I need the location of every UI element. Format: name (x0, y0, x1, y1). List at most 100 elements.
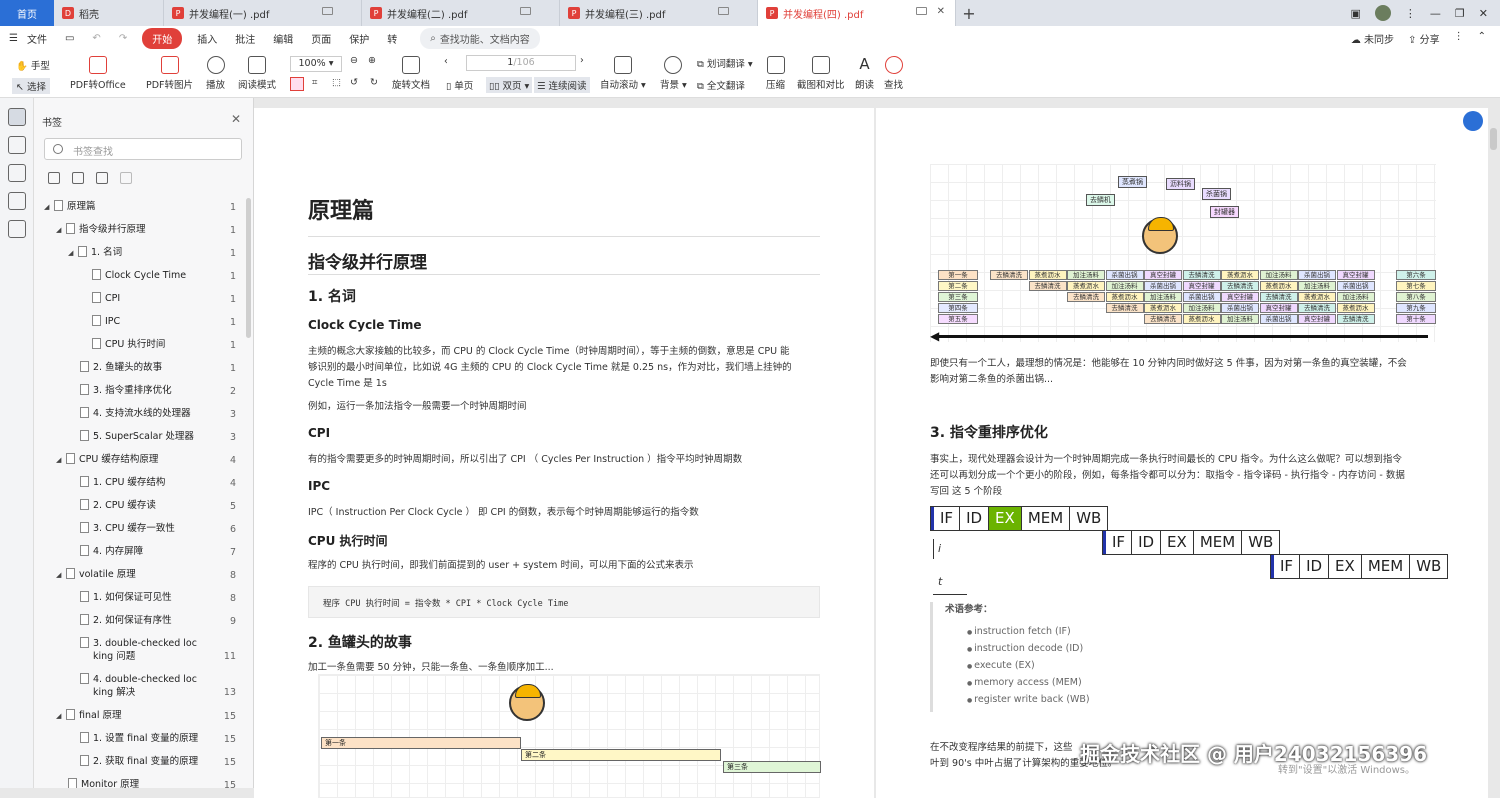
compress-button[interactable]: 压缩 (766, 56, 785, 91)
auto-scroll-button[interactable]: 自动滚动 ▾ (600, 56, 646, 91)
bookmark-item[interactable]: 4. 内存屏障 (80, 545, 143, 558)
bookmark-item[interactable]: 1. 设置 final 变量的原理 (80, 732, 198, 745)
bookmark-item[interactable]: 3. 指令重排序优化 (80, 384, 172, 397)
close-tab-icon[interactable]: ✕ (937, 6, 945, 17)
bookmark-item[interactable]: Monitor 原理 (68, 778, 139, 788)
fit-page-icon[interactable] (290, 77, 304, 91)
more-icon[interactable]: ⋮ (1405, 7, 1416, 20)
bookmark-item[interactable]: ◢1. 名词 (68, 246, 122, 260)
bookmark-item[interactable]: Clock Cycle Time (92, 269, 186, 282)
bookmark-item[interactable]: 2. CPU 缓存读 (80, 499, 156, 512)
menu-icon[interactable]: ☰ (0, 33, 27, 44)
bookmark-item[interactable]: ◢原理篇 (44, 200, 96, 214)
menu-insert[interactable]: 插入 (188, 31, 226, 46)
attachment-icon[interactable] (8, 192, 26, 210)
zoom-in-icon[interactable]: ⊕ (368, 55, 376, 66)
crop-icon[interactable]: ⌗ (312, 77, 317, 88)
bookmark-item[interactable]: ◢final 原理 (56, 709, 122, 723)
bookmark-item[interactable]: 3. double-checked locking 问题 (80, 637, 197, 663)
select-tool[interactable]: ↖ 选择 (12, 78, 50, 94)
collapse-ribbon-icon[interactable]: ⌃ (1478, 31, 1486, 46)
bookmark-item[interactable]: 3. CPU 缓存一致性 (80, 522, 175, 535)
expand-triangle-icon[interactable]: ◢ (56, 569, 66, 582)
bookmark-item[interactable]: 1. 如何保证可见性 (80, 591, 172, 604)
rotate-right-icon[interactable]: ↻ (370, 77, 378, 88)
document-scrollbar[interactable] (1490, 128, 1497, 150)
expand-triangle-icon[interactable]: ◢ (56, 454, 66, 467)
expand-triangle-icon[interactable]: ◢ (56, 710, 66, 723)
hand-tool[interactable]: ✋ 手型 (16, 58, 50, 72)
bookmark-item[interactable]: 2. 获取 final 变量的原理 (80, 755, 198, 768)
tab-pdf-3[interactable]: P并发编程(三) .pdf (560, 0, 758, 26)
background-button[interactable]: 背景 ▾ (660, 56, 687, 91)
bookmark-search-input[interactable]: 书签查找 (44, 138, 242, 160)
menu-file[interactable]: 文件 (27, 31, 56, 46)
menu-comment[interactable]: 批注 (226, 31, 264, 46)
redo-icon[interactable]: ↷ (110, 33, 136, 44)
page-input[interactable]: 1/106 (466, 55, 576, 71)
bookmark-item[interactable]: 5. SuperScalar 处理器 (80, 430, 194, 443)
bookmark-scrollbar[interactable] (246, 198, 251, 338)
add-bookmark-icon[interactable] (96, 172, 108, 184)
bookmark-item[interactable]: 4. double-checked locking 解决 (80, 673, 197, 699)
tab-daoke[interactable]: D稻壳 (54, 0, 164, 26)
more-menu-icon[interactable]: ⋮ (1454, 31, 1464, 46)
close-window-icon[interactable]: ✕ (1479, 7, 1488, 20)
tab-count-icon[interactable]: ▣ (1351, 7, 1361, 20)
pdf-to-image-button[interactable]: PDF转图片 (146, 56, 193, 91)
rotate-left-icon[interactable]: ↺ (350, 77, 358, 88)
sync-status[interactable]: ☁ 未同步 (1351, 31, 1394, 46)
read-mode-button[interactable]: 阅读模式 (238, 56, 276, 91)
read-aloud-button[interactable]: A朗读 (855, 56, 874, 91)
thumbnail-icon[interactable] (8, 136, 26, 154)
play-button[interactable]: 播放 (206, 56, 225, 91)
close-panel-icon[interactable]: ✕ (231, 112, 241, 126)
single-page-button[interactable]: ▯ 单页 (446, 78, 473, 92)
restore-icon[interactable]: ❐ (1455, 7, 1465, 20)
full-translate-button[interactable]: ⧉ 全文翻译 (697, 78, 745, 92)
share-button[interactable]: ⇪ 分享 (1408, 31, 1440, 46)
find-button[interactable]: 查找 (884, 56, 903, 91)
pdf-to-office-button[interactable]: PDF转Office (70, 56, 126, 91)
zoom-out-icon[interactable]: ⊖ (350, 55, 358, 66)
expand-triangle-icon[interactable]: ◢ (68, 247, 78, 260)
bookmark-item[interactable]: 2. 如何保证有序性 (80, 614, 172, 627)
bookmark-item[interactable]: CPI (92, 292, 120, 305)
tab-pdf-2[interactable]: P并发编程(二) .pdf (362, 0, 560, 26)
collapse-all-icon[interactable] (72, 172, 84, 184)
double-page-button[interactable]: ▯▯ 双页 ▾ (486, 77, 532, 93)
bookmark-item[interactable]: ◢CPU 缓存结构原理 (56, 453, 158, 467)
bookmark-item[interactable]: IPC (92, 315, 120, 328)
menu-protect[interactable]: 保护 (340, 31, 378, 46)
folder-icon[interactable]: ▭ (56, 33, 83, 44)
bookmark-item[interactable]: ◢指令级并行原理 (56, 223, 146, 237)
bookmark-item[interactable]: CPU 执行时间 (92, 338, 165, 351)
rotate-doc-button[interactable]: 旋转文档 (392, 56, 430, 91)
undo-icon[interactable]: ↶ (83, 33, 109, 44)
signature-icon[interactable] (8, 220, 26, 238)
expand-triangle-icon[interactable]: ◢ (56, 224, 66, 237)
continuous-button[interactable]: ☰ 连续阅读 (534, 77, 590, 93)
minimize-icon[interactable]: — (1430, 7, 1441, 20)
tab-home[interactable]: 首页 (0, 0, 54, 26)
next-page-icon[interactable]: › (580, 55, 584, 66)
floating-action-icon[interactable] (1463, 111, 1483, 131)
tab-pdf-1[interactable]: P并发编程(一) .pdf (164, 0, 362, 26)
prev-page-icon[interactable]: ‹ (444, 56, 448, 67)
feature-search[interactable]: ⌕查找功能、文档内容 (420, 28, 540, 49)
word-translate-button[interactable]: ⧉ 划词翻译 ▾ (697, 56, 753, 70)
fit-width-icon[interactable]: ⬚ (332, 77, 341, 88)
menu-convert[interactable]: 转 (378, 31, 406, 46)
comment-icon[interactable] (8, 164, 26, 182)
delete-bookmark-icon[interactable] (120, 172, 132, 184)
new-tab-button[interactable]: + (956, 0, 982, 26)
bookmark-icon[interactable] (8, 108, 26, 126)
bookmark-item[interactable]: ◢volatile 原理 (56, 568, 136, 582)
tab-pdf-4[interactable]: P并发编程(四) .pdf✕ (758, 0, 956, 26)
screenshot-compare-button[interactable]: 截图和对比 (797, 56, 845, 91)
expand-all-icon[interactable] (48, 172, 60, 184)
bookmark-item[interactable]: 2. 鱼罐头的故事 (80, 361, 162, 374)
menu-edit[interactable]: 编辑 (264, 31, 302, 46)
zoom-select[interactable]: 100% ▾ (290, 56, 342, 72)
bookmark-item[interactable]: 4. 支持流水线的处理器 (80, 407, 191, 420)
